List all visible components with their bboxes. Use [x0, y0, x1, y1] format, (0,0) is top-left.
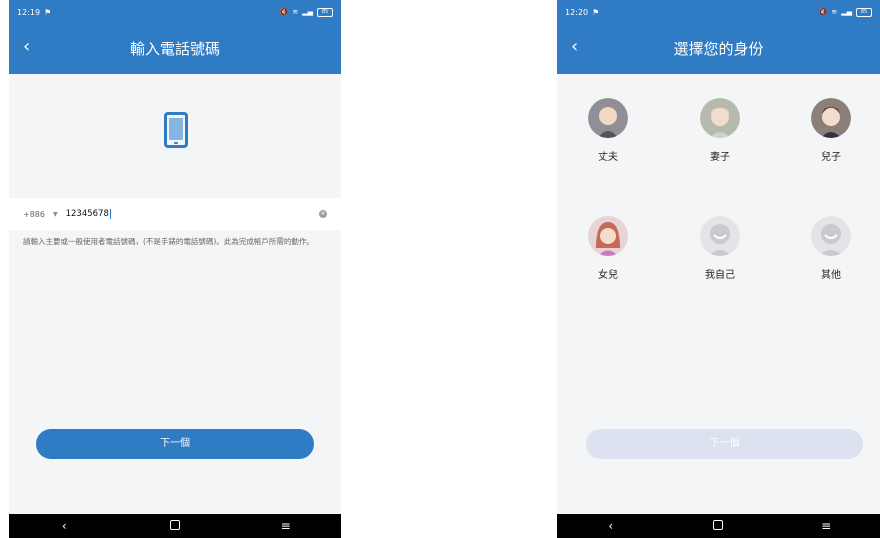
daughter-avatar-icon — [588, 216, 628, 256]
mute-icon: 🔇 — [279, 8, 289, 16]
page-title: 選擇您的身份 — [673, 40, 764, 58]
role-label: 妻子 — [710, 152, 730, 163]
role-label: 丈夫 — [598, 152, 618, 163]
notification-flag-icon: ⚑ — [44, 7, 52, 17]
battery-icon: 85 — [317, 7, 333, 17]
status-bar: 12:20 ⚑ 🔇 ≋ ▂▄ 85 — [557, 0, 880, 24]
nav-home-icon[interactable] — [703, 519, 733, 533]
role-husband[interactable]: 丈夫 — [573, 98, 643, 163]
nav-home-icon[interactable] — [160, 519, 190, 533]
phone-screen-enter-phone: 12:19 ⚑ 🔇 ≋ ▂▄ 85 ‹ 輸入電話號碼 +886 ▼ 123456… — [9, 0, 341, 538]
wife-avatar-icon — [700, 98, 740, 138]
wifi-icon: ≋ — [831, 8, 838, 16]
system-nav-bar: ‹ ≡ — [9, 514, 341, 538]
country-code[interactable]: +886 — [23, 210, 45, 219]
system-nav-bar: ‹ ≡ — [557, 514, 880, 538]
next-button[interactable]: 下一個 — [36, 429, 314, 459]
phone-input-row: +886 ▼ 12345678 × — [9, 198, 341, 230]
status-time: 12:20 — [565, 7, 589, 17]
app-bar: ‹ 選擇您的身份 — [557, 24, 880, 74]
nav-back-icon[interactable]: ‹ — [49, 519, 79, 533]
dropdown-caret-icon[interactable]: ▼ — [53, 211, 58, 218]
phone-screen-select-role: 12:20 ⚑ 🔇 ≋ ▂▄ 85 ‹ 選擇您的身份 丈夫 妻子 兒子 女兒 我… — [557, 0, 880, 538]
next-button-disabled[interactable]: 下一個 — [586, 429, 863, 459]
signal-icon: ▂▄ — [302, 8, 313, 16]
role-label: 我自己 — [705, 270, 735, 281]
battery-icon: 85 — [856, 7, 872, 17]
hint-text: 請輸入主要或一般使用者電話號碼，(不是手錶的電話號碼)。此為完成帳戶所需的動作。 — [23, 237, 314, 246]
mute-icon: 🔇 — [818, 8, 828, 16]
status-bar: 12:19 ⚑ 🔇 ≋ ▂▄ 85 — [9, 0, 341, 24]
nav-back-icon[interactable]: ‹ — [596, 519, 626, 533]
wifi-icon: ≋ — [292, 8, 299, 16]
husband-avatar-icon — [588, 98, 628, 138]
role-label: 女兒 — [598, 270, 618, 281]
myself-avatar-icon — [700, 216, 740, 256]
role-daughter[interactable]: 女兒 — [573, 216, 643, 281]
role-label: 兒子 — [821, 152, 841, 163]
nav-menu-icon[interactable]: ≡ — [271, 519, 301, 533]
role-son[interactable]: 兒子 — [796, 98, 866, 163]
role-other[interactable]: 其他 — [796, 216, 866, 281]
role-myself[interactable]: 我自己 — [685, 216, 755, 281]
other-avatar-icon — [811, 216, 851, 256]
role-label: 其他 — [821, 270, 841, 281]
phone-number-input[interactable]: 12345678 — [66, 209, 111, 219]
clear-input-icon[interactable]: × — [319, 210, 327, 218]
nav-menu-icon[interactable]: ≡ — [811, 519, 841, 533]
page-title: 輸入電話號碼 — [129, 40, 220, 58]
smartphone-icon — [164, 112, 188, 148]
son-avatar-icon — [811, 98, 851, 138]
app-bar: ‹ 輸入電話號碼 — [9, 24, 341, 74]
role-wife[interactable]: 妻子 — [685, 98, 755, 163]
status-time: 12:19 — [17, 7, 41, 17]
signal-icon: ▂▄ — [841, 8, 852, 16]
notification-flag-icon: ⚑ — [592, 7, 600, 17]
